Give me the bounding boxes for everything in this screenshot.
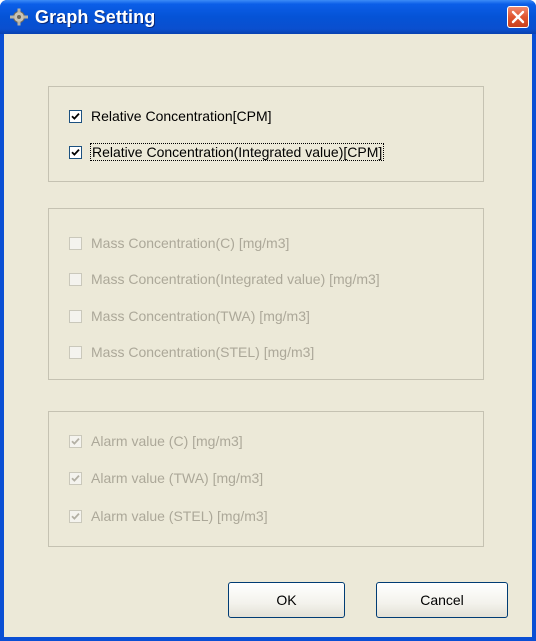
- relative-concentration-integrated-checkbox[interactable]: [69, 145, 82, 159]
- relative-concentration-checkbox-row[interactable]: Relative Concentration[CPM]: [69, 106, 272, 126]
- alarm-value-c-checkbox-row[interactable]: Alarm value (C) [mg/m3]: [69, 431, 243, 451]
- mass-concentration-stel-checkbox[interactable]: [69, 345, 82, 359]
- mass-concentration-twa-checkbox-row[interactable]: Mass Concentration(TWA) [mg/m3]: [69, 306, 310, 326]
- mass-concentration-integrated-checkbox[interactable]: [69, 272, 82, 286]
- relative-concentration-integrated-checkbox-row[interactable]: Relative Concentration(Integrated value)…: [69, 142, 385, 162]
- ok-button-label: OK: [276, 592, 297, 608]
- cancel-button[interactable]: Cancel: [376, 582, 508, 618]
- mass-concentration-twa-checkbox[interactable]: [69, 309, 82, 323]
- alarm-value-twa-label: Alarm value (TWA) [mg/m3]: [91, 470, 264, 486]
- gear-app-icon: [9, 8, 29, 26]
- window-title: Graph Setting: [35, 7, 156, 27]
- relative-concentration-group: Relative Concentration[CPM] Relative Con…: [48, 86, 484, 182]
- title-bar[interactable]: Graph Setting: [0, 0, 536, 34]
- mass-concentration-c-label: Mass Concentration(C) [mg/m3]: [91, 235, 290, 251]
- alarm-value-c-checkbox[interactable]: [69, 434, 82, 448]
- alarm-value-stel-label: Alarm value (STEL) [mg/m3]: [91, 508, 268, 524]
- mass-concentration-group: Mass Concentration(C) [mg/m3] Mass Conce…: [48, 208, 484, 380]
- alarm-value-group: Alarm value (C) [mg/m3] Alarm value (TWA…: [48, 411, 484, 547]
- alarm-value-twa-checkbox[interactable]: [69, 471, 82, 485]
- close-button[interactable]: [507, 6, 529, 28]
- mass-concentration-stel-checkbox-row[interactable]: Mass Concentration(STEL) [mg/m3]: [69, 342, 314, 362]
- mass-concentration-integrated-checkbox-row[interactable]: Mass Concentration(Integrated value) [mg…: [69, 269, 380, 289]
- dialog-body: Relative Concentration[CPM] Relative Con…: [4, 34, 532, 637]
- ok-button[interactable]: OK: [228, 582, 345, 618]
- mass-concentration-integrated-label: Mass Concentration(Integrated value) [mg…: [91, 271, 380, 287]
- alarm-value-twa-checkbox-row[interactable]: Alarm value (TWA) [mg/m3]: [69, 468, 263, 488]
- relative-concentration-checkbox[interactable]: [69, 109, 82, 123]
- graph-setting-dialog: Graph Setting Relative Concentration[CPM…: [0, 0, 536, 641]
- mass-concentration-c-checkbox[interactable]: [69, 236, 82, 250]
- relative-concentration-integrated-label: Relative Concentration(Integrated value)…: [89, 143, 385, 161]
- relative-concentration-label: Relative Concentration[CPM]: [91, 108, 272, 124]
- alarm-value-stel-checkbox[interactable]: [69, 509, 82, 523]
- alarm-value-stel-checkbox-row[interactable]: Alarm value (STEL) [mg/m3]: [69, 506, 268, 526]
- mass-concentration-twa-label: Mass Concentration(TWA) [mg/m3]: [91, 308, 310, 324]
- cancel-button-label: Cancel: [420, 592, 464, 608]
- mass-concentration-stel-label: Mass Concentration(STEL) [mg/m3]: [91, 344, 315, 360]
- mass-concentration-c-checkbox-row[interactable]: Mass Concentration(C) [mg/m3]: [69, 233, 289, 253]
- alarm-value-c-label: Alarm value (C) [mg/m3]: [91, 433, 243, 449]
